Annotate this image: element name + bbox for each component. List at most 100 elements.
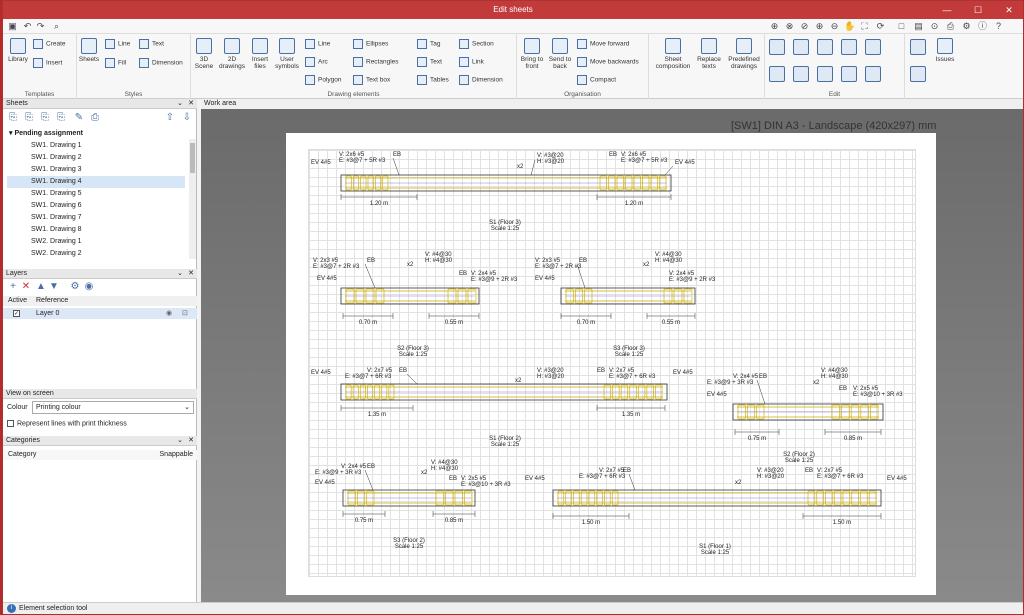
mirror-icon[interactable] [865, 39, 881, 55]
zoom-in-icon[interactable]: ⊕ [814, 21, 825, 32]
send-to-back-button[interactable]: Send to back [547, 38, 573, 70]
close-panel-icon[interactable]: ✕ [188, 436, 194, 446]
replace-texts-button[interactable]: Replace texts [695, 38, 723, 70]
close-icon[interactable]: ✕ [995, 1, 1023, 19]
add-layer-icon[interactable]: + [7, 281, 19, 293]
text-tool-button[interactable]: Text [417, 57, 442, 68]
move-forward-button[interactable]: Move forward [577, 39, 629, 50]
layer-active-checkbox[interactable]: ✓ [13, 310, 20, 317]
link-tool-button[interactable]: Link [459, 57, 484, 68]
snap-icon[interactable]: ⊙ [929, 21, 940, 32]
maximize-icon[interactable]: ☐ [964, 1, 992, 19]
move-icon[interactable] [817, 39, 833, 55]
issues-button[interactable]: Issues [933, 38, 957, 63]
ellipses-tool-button[interactable]: Ellipses [353, 39, 388, 50]
tables-tool-button[interactable]: Tables [417, 75, 449, 86]
zoom-previous-icon[interactable]: ⊘ [799, 21, 810, 32]
sheet-list-item[interactable]: SW2. Drawing 2 [7, 248, 185, 260]
text-box-tool-button[interactable]: Text box [353, 75, 390, 86]
undo-icon[interactable]: ↶ [22, 21, 33, 32]
sheet-list-item[interactable]: SW1. Drawing 7 [7, 212, 185, 224]
print-icon[interactable]: ⎙ [945, 21, 956, 32]
redraw-icon[interactable]: ⟳ [875, 21, 886, 32]
sheet-canvas[interactable]: EV 4#5 V: 2x6 #5 E: #3@7 + 5R #3 EB V: #3@20… [286, 133, 936, 595]
copy-icon[interactable] [793, 39, 809, 55]
create-button[interactable]: Create [33, 39, 66, 50]
sheets-style-button[interactable]: Sheets [77, 38, 101, 63]
sheet-list-item[interactable]: SW1. Drawing 3 [7, 164, 185, 176]
dimension-tool-button[interactable]: Dimension [459, 75, 503, 86]
pencil-icon[interactable] [769, 39, 785, 55]
user-symbols-button[interactable]: User symbols [273, 38, 301, 70]
dimension-style-button[interactable]: Dimension [139, 58, 183, 69]
layer-props-icon[interactable]: ⚙ [69, 281, 81, 293]
2d-drawings-button[interactable]: 2D drawings [217, 38, 247, 70]
stretch-icon[interactable] [793, 66, 809, 82]
layer-row[interactable]: ✓ Layer 0 ◉ ⊡ [3, 308, 197, 319]
fill-style-button[interactable]: Fill [105, 58, 126, 69]
tag-tool-button[interactable]: Tag [417, 39, 440, 50]
insert-files-button[interactable]: Insert files [249, 38, 271, 70]
3d-view-icon[interactable] [910, 39, 926, 55]
sheet-list-item[interactable]: SW1. Drawing 8 [7, 224, 185, 236]
zoom-all-icon[interactable]: ⊗ [784, 21, 795, 32]
layer-up-icon[interactable]: ▲ [35, 281, 47, 293]
save-icon[interactable]: ▣ [7, 21, 18, 32]
zoom-window-icon[interactable]: ⊕ [769, 21, 780, 32]
eye-icon[interactable]: ◉ [166, 308, 172, 319]
rectangles-tool-button[interactable]: Rectangles [353, 57, 399, 68]
sheet-list-item[interactable]: SW1. Drawing 2 [7, 152, 185, 164]
close-panel-icon[interactable]: ✕ [188, 269, 194, 279]
arc-tool-button[interactable]: Arc [305, 57, 328, 68]
scale-icon[interactable] [841, 66, 857, 82]
section-tool-button[interactable]: Section [459, 39, 494, 50]
text-style-button[interactable]: Text [139, 39, 164, 50]
pan-icon[interactable]: ✋ [844, 21, 855, 32]
move-down-icon[interactable]: ⇩ [181, 112, 193, 124]
polygon-tool-button[interactable]: Polygon [305, 75, 342, 86]
layer-visibility-icon[interactable]: ◉ [83, 281, 95, 293]
insert-template-button[interactable]: Insert [33, 58, 62, 69]
delete-sheet-icon[interactable]: ⎘ [55, 112, 67, 124]
collapse-icon[interactable]: ⌄ [177, 269, 183, 279]
new-sheet-icon[interactable]: ⎘ [7, 112, 19, 124]
move-backwards-button[interactable]: Move backwards [577, 57, 639, 68]
duplicate-sheet-icon[interactable]: ⎘ [39, 112, 51, 124]
sheet-list-scrollbar[interactable] [189, 139, 196, 259]
print-sheet-icon[interactable]: ⎙ [89, 112, 101, 124]
line-tool-button[interactable]: Line [305, 39, 330, 50]
line-style-button[interactable]: Line [105, 39, 130, 50]
move-up-icon[interactable]: ⇧ [164, 112, 176, 124]
search-icon[interactable]: ⌕ [51, 21, 62, 32]
compact-button[interactable]: Compact [577, 75, 616, 86]
sheet-composition-button[interactable]: Sheet composition [651, 38, 695, 70]
delete-layer-icon[interactable]: ✕ [20, 281, 32, 293]
colour-select[interactable]: Printing colour ⌄ [32, 401, 194, 414]
layers-icon[interactable]: ▤ [913, 21, 924, 32]
close-panel-icon[interactable]: ✕ [188, 99, 194, 109]
settings-icon[interactable]: ⚙ [961, 21, 972, 32]
edit-vertex-icon[interactable] [769, 66, 785, 82]
pending-group[interactable]: ▾ Pending assignment [9, 129, 83, 137]
frame-icon[interactable]: □ [896, 21, 907, 32]
print-thickness-checkbox[interactable]: Represent lines with print thickness [7, 420, 127, 427]
layer-down-icon[interactable]: ▼ [48, 281, 60, 293]
3d-scene-button[interactable]: 3D Scene [193, 38, 215, 70]
sheet-list-item[interactable]: SW1. Drawing 5 [7, 188, 185, 200]
bring-to-front-button[interactable]: Bring to front [519, 38, 545, 70]
help-icon[interactable]: ? [993, 21, 1004, 32]
sheet-list-item[interactable]: SW1. Drawing 4 [7, 176, 185, 188]
info-icon[interactable]: ⓘ [977, 21, 988, 32]
collapse-icon[interactable]: ⌄ [177, 436, 183, 446]
minimize-icon[interactable]: — [933, 1, 961, 19]
fit-icon[interactable]: ⛶ [859, 21, 870, 32]
collapse-icon[interactable]: ⌄ [177, 99, 183, 109]
zoom-out-icon[interactable]: ⊖ [829, 21, 840, 32]
sheet-list-item[interactable]: SW1. Drawing 6 [7, 200, 185, 212]
library-button[interactable]: Library [6, 38, 30, 63]
add-sheet-icon[interactable]: ⎘ [23, 112, 35, 124]
sheet-list-item[interactable]: SW1. Drawing 1 [7, 140, 185, 152]
rotate-icon[interactable] [841, 39, 857, 55]
lock-icon[interactable]: ⊡ [182, 308, 188, 319]
3d-box-icon[interactable] [910, 66, 926, 82]
